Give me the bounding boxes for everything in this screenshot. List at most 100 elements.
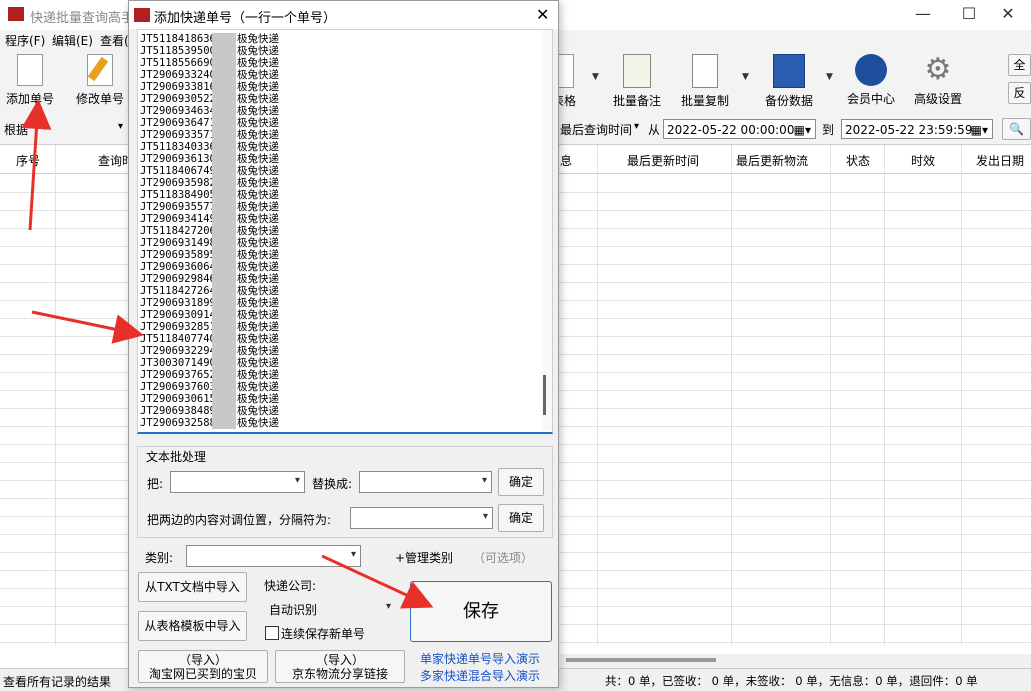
chevron-down-icon: ▾ — [350, 549, 356, 560]
continuous-save-label[interactable]: 连续保存新单号 — [281, 625, 365, 642]
redacted-block — [212, 297, 236, 309]
tracking-number: JT51184272060 — [140, 225, 212, 237]
replace-ok-button[interactable]: 确定 — [498, 468, 544, 496]
col-duration[interactable]: 时效 — [911, 152, 935, 169]
tracking-row: JT29069355770 极兔快递 — [140, 201, 279, 213]
dialog-close-button[interactable]: ✕ — [536, 5, 549, 24]
dialog-title-bar: 添加快递单号（一行一个单号） ✕ — [129, 1, 558, 29]
copy-dropdown-icon[interactable]: ▼ — [742, 72, 749, 82]
import-table-button[interactable]: 从表格模板中导入 — [138, 611, 247, 641]
carrier-name: 极兔快递 — [237, 105, 279, 117]
menu-view[interactable]: 查看( — [100, 32, 129, 49]
tracking-row: JT29069314980 极兔快递 — [140, 237, 279, 249]
tracking-number: JT29069359820 — [140, 177, 212, 189]
arrow-to-textarea — [31, 310, 144, 344]
carrier-name: 极兔快递 — [237, 285, 279, 297]
textarea-scrollbar-thumb[interactable] — [543, 375, 546, 415]
tracking-number: JT51185395000 — [140, 45, 212, 57]
continuous-save-checkbox[interactable] — [265, 626, 279, 640]
tracking-number: JT29069364710 — [140, 117, 212, 129]
invert-selection-button[interactable]: 反选 — [1008, 82, 1031, 104]
import-jd-button[interactable]: （导入） 京东物流分享链接 — [275, 650, 405, 683]
col-last-update-time[interactable]: 最后更新时间 — [627, 152, 699, 169]
col-ship-date[interactable]: 发出日期 — [976, 152, 1024, 169]
col-last-update-logistics[interactable]: 最后更新物流 — [736, 152, 808, 169]
edit-number-button[interactable]: 修改单号 — [74, 54, 126, 110]
redacted-block — [212, 189, 236, 201]
swap-ok-button[interactable]: 确定 — [498, 504, 544, 532]
tracking-number: JT29069322940 — [140, 345, 212, 357]
backup-data-button[interactable]: 备份数据 — [762, 54, 816, 110]
batch-copy-button[interactable]: 批量复制 — [678, 54, 732, 110]
find-combobox[interactable]: ▾ — [170, 471, 305, 493]
company-combobox[interactable]: 自动识别 ▾ — [264, 597, 396, 619]
carrier-name: 极兔快递 — [237, 393, 279, 405]
carrier-name: 极兔快递 — [237, 81, 279, 93]
batch-note-button[interactable]: 批量备注 — [610, 54, 664, 110]
tracking-number-textarea[interactable]: JT51184186368极兔快递JT51185395000极兔快递JT5118… — [137, 29, 553, 434]
redacted-block — [212, 249, 236, 261]
redacted-block — [212, 129, 236, 141]
carrier-name: 极兔快递 — [237, 237, 279, 249]
save-button[interactable]: 保存 — [410, 581, 552, 642]
table-dropdown-icon[interactable]: ▼ — [592, 72, 599, 82]
carrier-name: 极兔快递 — [237, 321, 279, 333]
manage-category-link[interactable]: +管理类别 — [395, 549, 453, 566]
end-datetime-picker[interactable]: 2022-05-22 23:59:59 ▦▾ — [841, 119, 993, 139]
single-import-demo-link[interactable]: 单家快递单号导入演示 — [420, 650, 540, 667]
redacted-block — [212, 237, 236, 249]
import-txt-button[interactable]: 从TXT文档中导入 — [138, 572, 247, 602]
search-button[interactable]: 🔍 — [1002, 118, 1031, 140]
add-number-button[interactable]: 添加单号 — [4, 54, 56, 110]
redacted-block — [212, 381, 236, 393]
import-taobao-button[interactable]: （导入） 淘宝网已买到的宝贝 — [138, 650, 268, 683]
tracking-number: JT29069314980 — [140, 237, 212, 249]
backup-dropdown-icon[interactable]: ▼ — [826, 72, 833, 82]
redacted-block — [212, 357, 236, 369]
col-index[interactable]: 序号 — [16, 152, 40, 169]
advanced-settings-button[interactable]: ⚙ 高级设置 — [912, 54, 964, 110]
carrier-name: 极兔快递 — [237, 213, 279, 225]
redacted-block — [212, 165, 236, 177]
redacted-block — [212, 153, 236, 165]
tracking-number: JT29069346340 — [140, 105, 212, 117]
tracking-number: JT51184186368 — [140, 33, 212, 45]
time-field-select[interactable]: 最后查询时间 — [560, 121, 632, 138]
tracking-row: JT30030714900 极兔快递 — [140, 357, 279, 369]
category-combobox[interactable]: ▾ — [186, 545, 361, 567]
col-status[interactable]: 状态 — [846, 152, 870, 169]
time-field-dropdown-icon[interactable]: ▾ — [634, 121, 639, 132]
carrier-name: 极兔快递 — [237, 381, 279, 393]
menu-edit[interactable]: 编辑(E) — [52, 32, 93, 49]
clock-icon — [855, 54, 887, 86]
member-center-button[interactable]: 会员中心 — [845, 54, 897, 110]
scrollbar-thumb[interactable] — [566, 658, 716, 662]
col-info[interactable]: 息 — [560, 152, 572, 169]
textarea-scrollbar[interactable] — [542, 30, 552, 430]
calendar-icon[interactable]: ▦▾ — [971, 120, 988, 140]
mixed-import-demo-link[interactable]: 多家快递混合导入演示 — [420, 667, 540, 684]
carrier-name: 极兔快递 — [237, 333, 279, 345]
tracking-row: JT29069332400 极兔快递 — [140, 69, 279, 81]
tracking-row: JT29069322940 极兔快递 — [140, 345, 279, 357]
redacted-block — [212, 213, 236, 225]
basis-dropdown-icon[interactable]: ▾ — [118, 121, 123, 132]
tracking-number: JT29069298460 — [140, 273, 212, 285]
minimize-button[interactable]: — — [900, 0, 946, 30]
calendar-icon[interactable]: ▦▾ — [794, 120, 811, 140]
tracking-row: JT51185566900 极兔快递 — [140, 57, 279, 69]
separator-combobox[interactable]: ▾ — [350, 507, 493, 529]
tracking-number: JT29069361300 — [140, 153, 212, 165]
carrier-name: 极兔快递 — [237, 57, 279, 69]
tracking-number: JT30030714900 — [140, 357, 212, 369]
tracking-number: JT29069306150 — [140, 393, 212, 405]
select-all-button[interactable]: 全选 — [1008, 54, 1031, 76]
menu-program[interactable]: 程序(F) — [5, 32, 45, 49]
horizontal-scrollbar[interactable] — [560, 654, 1031, 668]
tracking-row: JT29069305220 极兔快递 — [140, 93, 279, 105]
replace-combobox[interactable]: ▾ — [359, 471, 492, 493]
close-window-button[interactable]: ✕ — [985, 0, 1031, 30]
tracking-row: JT51185395000 极兔快递 — [140, 45, 279, 57]
start-datetime-picker[interactable]: 2022-05-22 00:00:00 ▦▾ — [663, 119, 816, 139]
redacted-block — [212, 393, 236, 405]
